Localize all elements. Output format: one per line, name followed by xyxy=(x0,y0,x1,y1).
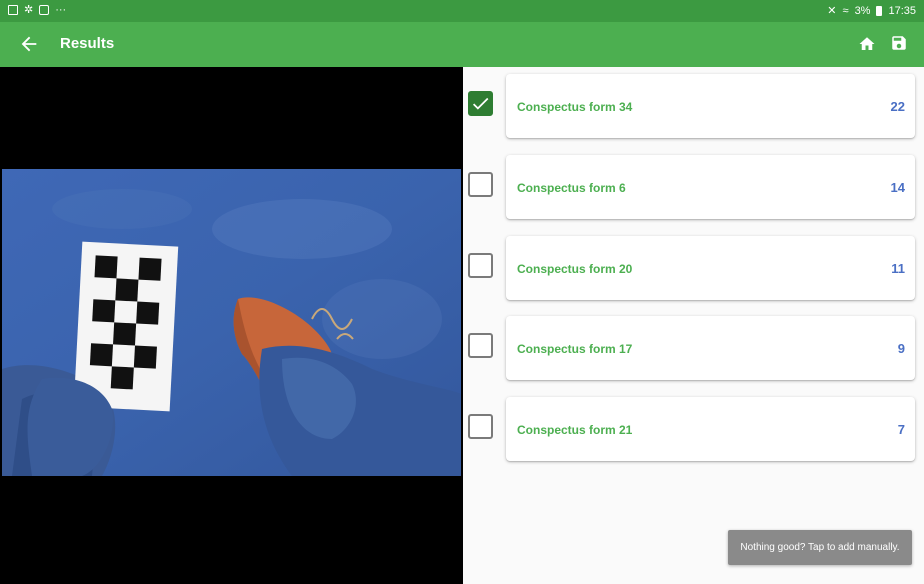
result-label: Conspectus form 34 xyxy=(517,100,633,114)
settings-icon: ✲ xyxy=(24,4,34,16)
clock: 17:35 xyxy=(888,4,916,17)
result-label: Conspectus form 20 xyxy=(517,262,633,276)
checkmark-icon xyxy=(472,97,489,110)
result-checkbox[interactable] xyxy=(468,172,493,197)
photo-preview-pane xyxy=(0,67,463,584)
snackbar-text: Nothing good? Tap to add manually. xyxy=(740,542,900,553)
result-score: 22 xyxy=(890,99,905,114)
result-checkbox[interactable] xyxy=(468,333,493,358)
mute-icon: ✕ xyxy=(827,5,837,17)
result-score: 7 xyxy=(897,422,905,437)
specimen-photo xyxy=(2,169,461,476)
battery-level: 3% xyxy=(854,4,871,17)
result-checkbox[interactable] xyxy=(468,253,493,278)
add-manually-snackbar[interactable]: Nothing good? Tap to add manually. xyxy=(728,530,912,565)
result-card[interactable]: Conspectus form 17 9 xyxy=(506,316,915,380)
results-list: Conspectus form 34 22 Conspectus form 6 … xyxy=(463,67,924,584)
result-label: Conspectus form 6 xyxy=(517,181,626,195)
result-label: Conspectus form 17 xyxy=(517,342,633,356)
page-title: Results xyxy=(60,35,115,52)
result-card[interactable]: Conspectus form 6 14 xyxy=(506,155,915,219)
result-checkbox[interactable] xyxy=(468,414,493,439)
overflow-indicator: ··· xyxy=(55,4,67,16)
result-card[interactable]: Conspectus form 34 22 xyxy=(506,74,915,138)
result-row: Conspectus form 17 9 xyxy=(463,309,924,380)
result-row: Conspectus form 34 22 xyxy=(463,67,924,138)
result-row: Conspectus form 21 7 xyxy=(463,390,924,461)
result-card[interactable]: Conspectus form 20 11 xyxy=(506,236,915,300)
app-bar: Results xyxy=(0,22,924,67)
back-arrow-icon[interactable] xyxy=(18,33,40,55)
save-icon[interactable] xyxy=(890,34,908,52)
wifi-icon: ≈ xyxy=(842,4,849,17)
tablet-icon xyxy=(39,5,50,15)
result-row: Conspectus form 6 14 xyxy=(463,148,924,219)
status-bar: ✲ ··· ✕ ≈ 3% 17:35 xyxy=(0,0,924,22)
result-row: Conspectus form 20 11 xyxy=(463,229,924,300)
result-score: 9 xyxy=(897,341,905,356)
result-card[interactable]: Conspectus form 21 7 xyxy=(506,397,915,461)
home-icon[interactable] xyxy=(858,35,876,53)
result-score: 11 xyxy=(891,261,905,276)
result-score: 14 xyxy=(890,180,905,195)
image-icon xyxy=(8,5,18,15)
result-checkbox[interactable] xyxy=(468,91,493,116)
result-label: Conspectus form 21 xyxy=(517,423,633,437)
battery-icon xyxy=(876,5,883,16)
